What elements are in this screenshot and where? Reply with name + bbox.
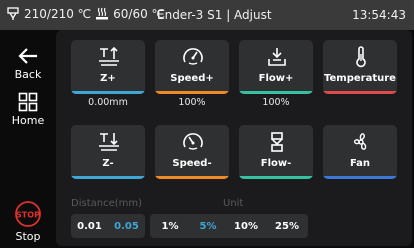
flow-down-icon	[271, 132, 283, 152]
back-button[interactable]: Back	[0, 46, 56, 81]
z-offset-value: 0.00mm	[88, 97, 128, 108]
temperature-accent-bar	[323, 91, 397, 94]
distance-option-0.05[interactable]: 0.05	[108, 221, 145, 232]
speedometer-down-icon	[183, 133, 203, 150]
z-down-accent-bar	[71, 176, 145, 179]
speed-down-label: Speed-	[172, 158, 212, 169]
temperature-button[interactable]: Temperature	[323, 40, 397, 94]
speed-up-accent-bar	[155, 91, 229, 94]
temperature-readout: 210/210 ℃ 60/60 ℃	[6, 7, 165, 21]
z-down-label: Z-	[102, 158, 114, 169]
z-down-button[interactable]: Z-	[71, 125, 145, 179]
unit-selector: 1% 5% 10% 25%	[150, 214, 308, 238]
unit-option-5[interactable]: 5%	[190, 221, 226, 232]
flow-down-label: Flow-	[260, 158, 292, 169]
screen-title: Ender-3 S1 | Adjust	[157, 8, 272, 22]
thermometer-icon	[356, 46, 366, 68]
unit-option-10[interactable]: 10%	[226, 221, 266, 232]
sidebar: Back Home STOP Stop	[0, 30, 56, 248]
speed-value: 100%	[178, 97, 206, 108]
z-up-icon	[99, 46, 119, 66]
stop-label: Stop	[15, 230, 41, 243]
z-down-icon	[99, 133, 119, 151]
flow-up-button[interactable]: Flow+	[239, 40, 313, 94]
flow-up-accent-bar	[239, 91, 313, 94]
distance-selector: 0.01 0.05	[71, 214, 145, 238]
flow-down-accent-bar	[239, 176, 313, 179]
fan-label: Fan	[349, 158, 371, 169]
distance-label: Distance(mm)	[71, 198, 143, 209]
speedometer-up-icon	[183, 48, 203, 65]
z-up-button[interactable]: Z+	[71, 40, 145, 94]
stop-button[interactable]: STOP Stop	[0, 200, 56, 243]
fan-button[interactable]: Fan	[323, 125, 397, 179]
flow-down-button[interactable]: Flow-	[239, 125, 313, 179]
home-button[interactable]: Home	[0, 92, 56, 127]
fan-icon	[353, 133, 367, 150]
nozzle-temp: 210/210 ℃	[24, 7, 92, 21]
z-up-label: Z+	[100, 73, 116, 84]
stop-icon: STOP	[15, 201, 41, 227]
back-arrow-icon	[18, 48, 37, 64]
flow-value: 100%	[262, 97, 290, 108]
adjust-panel: Z+ 0.00mm Speed+ 100% Flow+ 100% Tempera…	[56, 30, 412, 246]
fan-accent-bar	[323, 176, 397, 179]
status-bar: 210/210 ℃ 60/60 ℃ Ender-3 S1 | Adjust 13…	[0, 0, 414, 30]
grid-icon	[18, 92, 38, 112]
flow-up-label: Flow+	[258, 73, 294, 84]
home-label: Home	[11, 114, 45, 127]
unit-option-1[interactable]: 1%	[150, 221, 190, 232]
z-up-accent-bar	[71, 91, 145, 94]
speed-down-accent-bar	[155, 176, 229, 179]
speed-up-label: Speed+	[170, 73, 214, 84]
nozzle-icon	[7, 7, 19, 20]
clock: 13:54:43	[352, 8, 406, 22]
unit-label: Unit	[223, 198, 244, 209]
speed-up-button[interactable]: Speed+	[155, 40, 229, 94]
unit-option-25[interactable]: 25%	[266, 221, 308, 232]
back-label: Back	[14, 68, 42, 81]
flow-up-icon	[268, 48, 286, 66]
temperature-label: Temperature	[324, 73, 396, 84]
stop-badge-text: STOP	[16, 211, 40, 220]
distance-option-0.01[interactable]: 0.01	[71, 221, 108, 232]
speed-down-button[interactable]: Speed-	[155, 125, 229, 179]
bed-icon	[96, 7, 109, 20]
